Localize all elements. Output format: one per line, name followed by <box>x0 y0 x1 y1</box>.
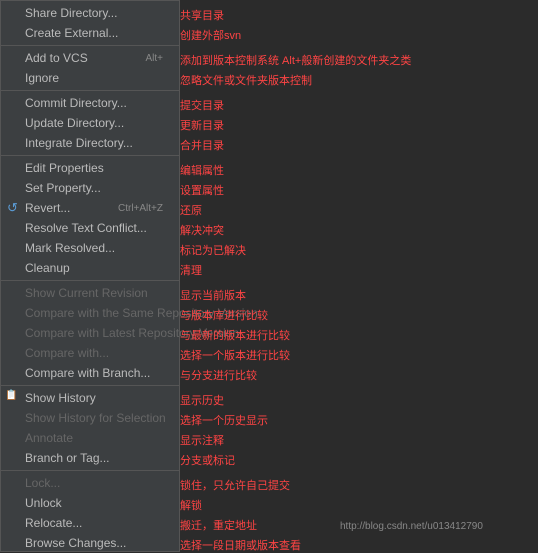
menu-item-label-relocate: Relocate... <box>25 516 82 530</box>
menu-item-label-integrate-directory: Integrate Directory... <box>25 136 133 150</box>
menu-item-label-update-directory: Update Directory... <box>25 116 124 130</box>
menu-item-edit-properties[interactable]: Edit Properties <box>1 158 179 178</box>
context-menu: Share Directory... Create External... Add … <box>0 0 180 552</box>
annotation-mark-resolved: 标记为已解决 <box>180 242 246 258</box>
menu-item-label-revert: Revert... <box>25 201 70 215</box>
annotation-integrate-directory: 合并目录 <box>180 137 224 153</box>
menu-item-set-property[interactable]: Set Property... <box>1 178 179 198</box>
menu-item-show-current-revision: Show Current Revision <box>1 283 179 303</box>
menu-item-ignore[interactable]: Ignore <box>1 68 179 88</box>
annotation-revert: 还原 <box>180 202 202 218</box>
menu-item-label-ignore: Ignore <box>25 71 59 85</box>
separator-separator6 <box>1 470 179 471</box>
menu-item-label-annotate: Annotate <box>25 431 73 445</box>
separator-separator2 <box>1 90 179 91</box>
menu-item-label-create-external: Create External... <box>25 26 118 40</box>
menu-item-lock: Lock... <box>1 473 179 493</box>
annotation-share-directory: 共享目录 <box>180 7 224 23</box>
menu-item-compare-latest-repository: Compare with Latest Repository Version <box>1 323 179 343</box>
menu-item-label-set-property: Set Property... <box>25 181 101 195</box>
menu-item-label-add-to-vcs: Add to VCS <box>25 51 88 65</box>
annotation-compare-branch: 与分支进行比较 <box>180 367 257 383</box>
annotation-relocate: 搬迁，重定地址 <box>180 517 257 533</box>
annotation-add-to-vcs: 添加到版本控制系统 Alt+般新创建的文件夹之类 <box>180 52 411 68</box>
menu-item-cleanup[interactable]: Cleanup <box>1 258 179 278</box>
annotation-compare-with: 选择一个版本进行比较 <box>180 347 290 363</box>
menu-item-label-share-directory: Share Directory... <box>25 6 117 20</box>
annotation-branch-or-tag: 分支或标记 <box>180 452 235 468</box>
menu-item-show-history[interactable]: Show History <box>1 388 179 408</box>
menu-item-label-resolve-text-conflict: Resolve Text Conflict... <box>25 221 147 235</box>
annotation-annotate: 显示注释 <box>180 432 224 448</box>
separator-separator5 <box>1 385 179 386</box>
annotation-ignore: 忽略文件或文件夹版本控制 <box>180 72 312 88</box>
menu-item-mark-resolved[interactable]: Mark Resolved... <box>1 238 179 258</box>
shortcut-revert: Ctrl+Alt+Z <box>98 203 163 214</box>
separator-separator1 <box>1 45 179 46</box>
menu-item-label-mark-resolved: Mark Resolved... <box>25 241 115 255</box>
annotation-cleanup: 清理 <box>180 262 202 278</box>
menu-item-revert[interactable]: Revert... Ctrl+Alt+Z <box>1 198 179 218</box>
annotations-panel: 共享目录创建外部svn 添加到版本控制系统 Alt+般新创建的文件夹之类忽略文件或… <box>180 0 538 552</box>
menu-item-update-directory[interactable]: Update Directory... <box>1 113 179 133</box>
annotation-update-directory: 更新目录 <box>180 117 224 133</box>
annotation-unlock: 解锁 <box>180 497 202 513</box>
menu-container: Share Directory... Create External... Add … <box>0 0 538 552</box>
menu-item-share-directory[interactable]: Share Directory... <box>1 3 179 23</box>
annotation-lock: 锁住，只允许自己提交 <box>180 477 290 493</box>
menu-item-browse-changes[interactable]: Browse Changes... <box>1 533 179 553</box>
menu-item-label-lock: Lock... <box>25 476 60 490</box>
menu-item-label-show-history-selection: Show History for Selection <box>25 411 166 425</box>
annotation-show-history: 显示历史 <box>180 392 224 408</box>
menu-item-compare-branch[interactable]: Compare with Branch... <box>1 363 179 383</box>
separator-separator4 <box>1 280 179 281</box>
menu-item-branch-or-tag[interactable]: Branch or Tag... <box>1 448 179 468</box>
menu-item-label-compare-with: Compare with... <box>25 346 109 360</box>
annotation-show-current-revision: 显示当前版本 <box>180 287 246 303</box>
annotation-browse-changes: 选择一段日期或版本查看 <box>180 537 301 553</box>
menu-item-label-show-current-revision: Show Current Revision <box>25 286 148 300</box>
menu-item-integrate-directory[interactable]: Integrate Directory... <box>1 133 179 153</box>
menu-item-annotate: Annotate <box>1 428 179 448</box>
menu-item-create-external[interactable]: Create External... <box>1 23 179 43</box>
menu-item-label-edit-properties: Edit Properties <box>25 161 104 175</box>
menu-item-label-cleanup: Cleanup <box>25 261 70 275</box>
annotation-resolve-text-conflict: 解决冲突 <box>180 222 224 238</box>
menu-item-unlock[interactable]: Unlock <box>1 493 179 513</box>
annotation-commit-directory: 提交目录 <box>180 97 224 113</box>
separator-separator3 <box>1 155 179 156</box>
menu-item-label-unlock: Unlock <box>25 496 62 510</box>
watermark: http://blog.csdn.net/u013412790 <box>340 521 483 532</box>
annotation-show-history-selection: 选择一个历史显示 <box>180 412 268 428</box>
menu-item-commit-directory[interactable]: Commit Directory... <box>1 93 179 113</box>
menu-item-label-commit-directory: Commit Directory... <box>25 96 127 110</box>
shortcut-add-to-vcs: Alt+ <box>125 53 163 64</box>
menu-item-compare-with: Compare with... <box>1 343 179 363</box>
annotation-compare-same-repository: 与版本库进行比较 <box>180 307 268 323</box>
annotation-set-property: 设置属性 <box>180 182 224 198</box>
menu-item-label-show-history: Show History <box>25 391 96 405</box>
menu-item-label-browse-changes: Browse Changes... <box>25 536 126 550</box>
menu-item-relocate[interactable]: Relocate... <box>1 513 179 533</box>
menu-item-resolve-text-conflict[interactable]: Resolve Text Conflict... <box>1 218 179 238</box>
menu-item-compare-same-repository: Compare with the Same Repository Version <box>1 303 179 323</box>
menu-item-label-compare-branch: Compare with Branch... <box>25 366 150 380</box>
menu-item-add-to-vcs[interactable]: Add to VCS Alt+ <box>1 48 179 68</box>
annotation-compare-latest-repository: 与最新的版本进行比较 <box>180 327 290 343</box>
menu-item-label-branch-or-tag: Branch or Tag... <box>25 451 110 465</box>
annotation-edit-properties: 编辑属性 <box>180 162 224 178</box>
annotation-create-external: 创建外部svn <box>180 27 241 43</box>
menu-item-show-history-selection: Show History for Selection <box>1 408 179 428</box>
